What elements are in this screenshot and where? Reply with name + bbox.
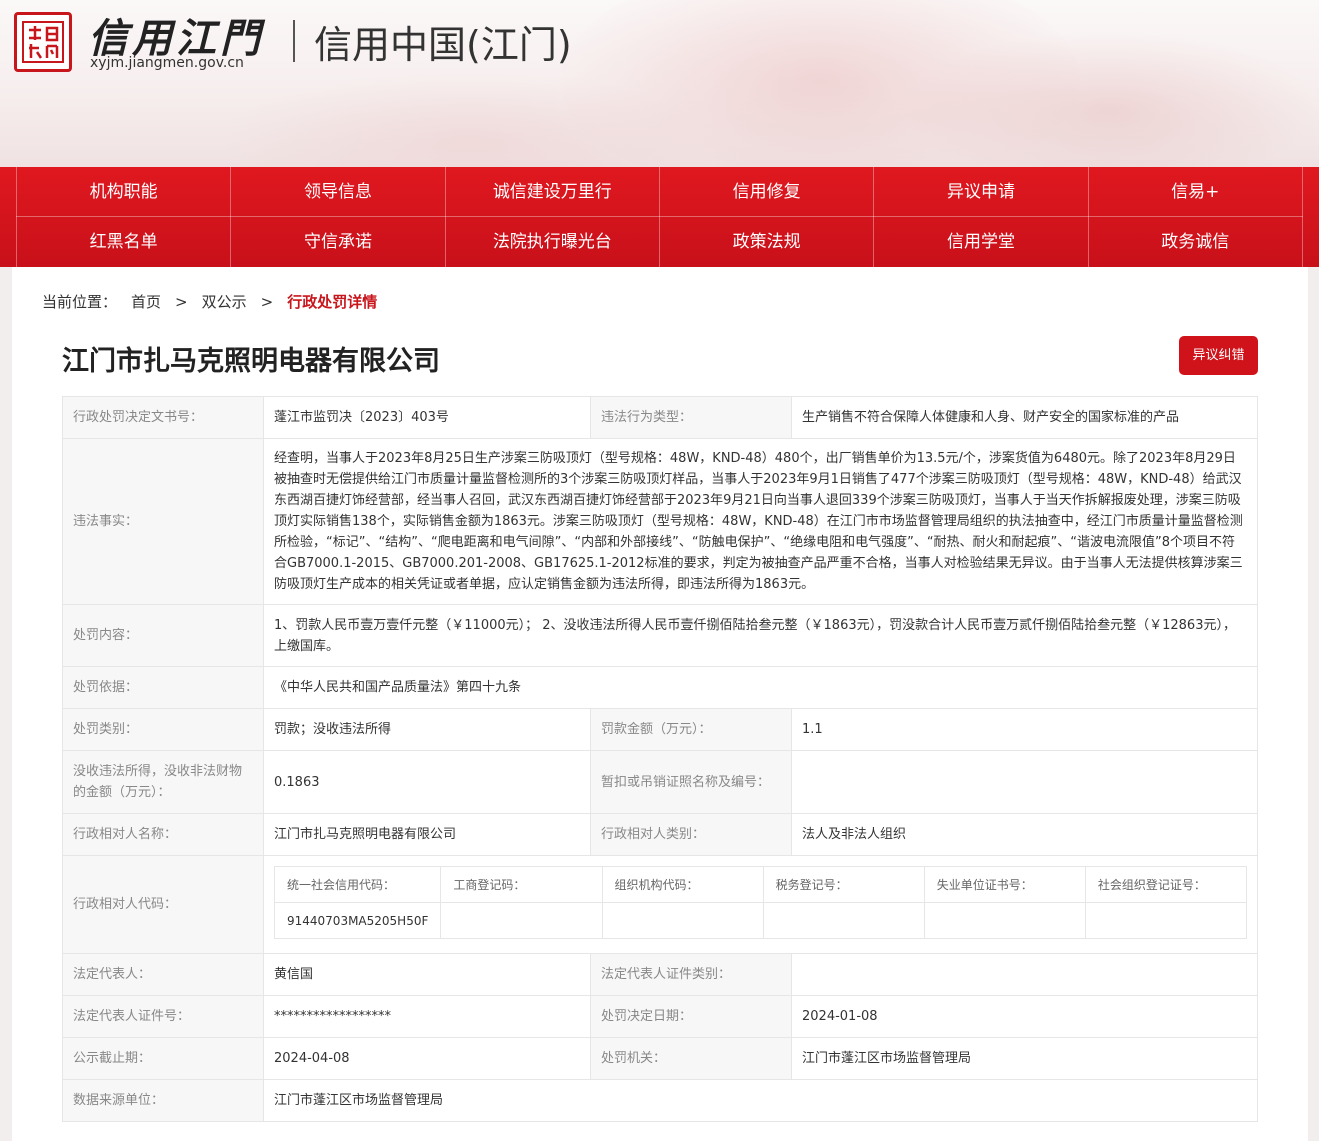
code-header: 组织机构代码： [601,866,764,903]
code-header: 统一社会信用代码： [273,866,442,903]
nav-item-leadership-info[interactable]: 领导信息 [230,167,444,217]
legal-rep-id-type [791,953,1258,996]
code-value [762,902,925,939]
field-label: 违法事实： [62,438,264,605]
field-label: 行政处罚决定文书号： [62,396,264,439]
table-row: 法定代表人证件号： ****************** 处罚决定日期： 202… [62,995,1258,1038]
field-label: 数据来源单位： [62,1079,264,1122]
logo-divider [293,20,295,62]
nav-item-objection-application[interactable]: 异议申请 [873,167,1087,217]
nav-item-credit-academy[interactable]: 信用学堂 [873,217,1087,267]
party-codes-table: 统一社会信用代码： 工商登记码： 组织机构代码： 税务登记号： 失业单位证书号：… [273,866,1248,939]
party-codes-cell: 统一社会信用代码： 工商登记码： 组织机构代码： 税务登记号： 失业单位证书号：… [263,855,1258,954]
table-row: 统一社会信用代码： 工商登记码： 组织机构代码： 税务登记号： 失业单位证书号：… [273,866,1248,903]
license-info [791,750,1258,814]
table-row: 处罚类别： 罚款；没收违法所得 罚款金额（万元）： 1.1 [62,708,1258,751]
code-value [440,902,603,939]
breadcrumb-home[interactable]: 首页 [131,291,161,312]
field-label: 行政相对人代码： [62,855,264,954]
nav-item-court-exposure[interactable]: 法院执行曝光台 [444,217,659,267]
field-label: 行政相对人名称： [62,813,264,856]
site-subtitle: 信用中国(江门) [314,23,572,67]
main-content: 当前位置： 首页 > 双公示 > 行政处罚详情 江门市扎马克照明电器有限公司 异… [12,267,1308,1141]
table-row: 行政相对人代码： 统一社会信用代码： 工商登记码： 组织机构代码： 税务登记号：… [62,855,1258,954]
table-row: 法定代表人： 黄信国 法定代表人证件类别： [62,953,1258,996]
code-header: 工商登记码： [440,866,603,903]
table-row: 91440703MA5205H50F [273,902,1248,939]
breadcrumb-label: 当前位置： [42,293,118,311]
penalty-details-table: 行政处罚决定文书号： 蓬江市监罚决〔2023〕403号 违法行为类型： 生产销售… [62,396,1258,1122]
field-label: 法定代表人证件号： [62,995,264,1038]
table-row: 公示截止期： 2024-04-08 处罚机关： 江门市蓬江区市场监督管理局 [62,1037,1258,1080]
confiscated-amount: 0.1863 [263,750,591,814]
field-label: 法定代表人： [62,953,264,996]
code-value [923,902,1086,939]
site-logo-title[interactable]: 信用江門 [88,6,264,62]
table-row: 处罚内容： 1、罚款人民币壹万壹仟元整（￥11000元）； 2、没收违法所得人民… [62,604,1258,667]
breadcrumb-separator: > [175,292,188,311]
penalty-authority: 江门市蓬江区市场监督管理局 [791,1037,1258,1080]
penalty-content: 1、罚款人民币壹万壹仟元整（￥11000元）； 2、没收违法所得人民币壹仟捌佰陆… [263,604,1258,667]
field-label: 处罚依据： [62,666,264,709]
logo-seal-icon[interactable] [14,12,72,72]
field-label: 没收违法所得，没收非法财物的金额（万元）： [62,750,264,814]
page-title: 江门市扎马克照明电器有限公司 [62,346,440,377]
nav-item-credit-repair[interactable]: 信用修复 [658,167,873,217]
code-header: 税务登记号： [762,866,925,903]
penalty-category: 罚款；没收违法所得 [263,708,591,751]
breadcrumb: 当前位置： 首页 > 双公示 > 行政处罚详情 [42,291,377,312]
party-type: 法人及非法人组织 [791,813,1258,856]
party-name: 江门市扎马克照明电器有限公司 [263,813,591,856]
field-label: 公示截止期： [62,1037,264,1080]
table-row: 行政相对人名称： 江门市扎马克照明电器有限公司 行政相对人类别： 法人及非法人组… [62,813,1258,856]
field-label: 处罚类别： [62,708,264,751]
nav-item-government-integrity[interactable]: 政务诚信 [1087,217,1303,267]
field-label: 法定代表人证件类别： [590,953,792,996]
fine-amount: 1.1 [791,708,1258,751]
table-row: 行政处罚决定文书号： 蓬江市监罚决〔2023〕403号 违法行为类型： 生产销售… [62,396,1258,439]
table-row: 处罚依据： 《中华人民共和国产品质量法》第四十九条 [62,666,1258,709]
nav-item-integrity-campaign[interactable]: 诚信建设万里行 [444,167,659,217]
table-row: 违法事实： 经查明，当事人于2023年8月25日生产涉案三防吸顶灯（型号规格：4… [62,438,1258,605]
nav-item-red-black-list[interactable]: 红黑名单 [16,217,230,267]
code-value [601,902,764,939]
table-row: 数据来源单位： 江门市蓬江区市场监督管理局 [62,1079,1258,1122]
code-value [1084,902,1248,939]
nav-item-credit-commitment[interactable]: 守信承诺 [230,217,444,267]
nav-item-institution-functions[interactable]: 机构职能 [16,167,230,217]
data-source: 江门市蓬江区市场监督管理局 [263,1079,1258,1122]
legal-representative: 黄信国 [263,953,591,996]
nav-item-policies-regulations[interactable]: 政策法规 [658,217,873,267]
violation-type: 生产销售不符合保障人体健康和人身、财产安全的国家标准的产品 [791,396,1258,439]
site-domain: xyjm.jiangmen.gov.cn [90,55,244,71]
field-label: 行政相对人类别： [590,813,792,856]
decision-date: 2024-01-08 [791,995,1258,1038]
field-label: 处罚机关： [590,1037,792,1080]
field-label: 罚款金额（万元）： [590,708,792,751]
breadcrumb-section[interactable]: 双公示 [202,291,247,312]
code-header: 社会组织登记证号： [1084,866,1248,903]
field-label: 处罚决定日期： [590,995,792,1038]
violation-facts: 经查明，当事人于2023年8月25日生产涉案三防吸顶灯（型号规格：48W，KND… [263,438,1258,605]
site-header: 信用江門 xyjm.jiangmen.gov.cn 信用中国(江门) [0,0,1319,167]
decision-number: 蓬江市监罚决〔2023〕403号 [263,396,591,439]
code-header: 失业单位证书号： [923,866,1086,903]
legal-rep-id: ****************** [263,995,591,1038]
field-label: 暂扣或吊销证照名称及编号： [590,750,792,814]
code-value: 91440703MA5205H50F [273,902,442,939]
nav-row: 红黑名单 守信承诺 法院执行曝光台 政策法规 信用学堂 政务诚信 [16,217,1303,267]
main-nav: 机构职能 领导信息 诚信建设万里行 信用修复 异议申请 信易+ 红黑名单 守信承… [0,167,1319,267]
publicity-deadline: 2024-04-08 [263,1037,591,1080]
penalty-basis: 《中华人民共和国产品质量法》第四十九条 [263,666,1258,709]
field-label: 处罚内容： [62,604,264,667]
objection-correction-button[interactable]: 异议纠错 [1179,336,1258,375]
nav-item-credit-easy-plus[interactable]: 信易+ [1087,167,1303,217]
nav-row: 机构职能 领导信息 诚信建设万里行 信用修复 异议申请 信易+ [16,167,1303,217]
table-row: 没收违法所得，没收非法财物的金额（万元）： 0.1863 暂扣或吊销证照名称及编… [62,750,1258,814]
field-label: 违法行为类型： [590,396,792,439]
breadcrumb-current: 行政处罚详情 [287,293,378,311]
breadcrumb-separator: > [260,292,274,311]
